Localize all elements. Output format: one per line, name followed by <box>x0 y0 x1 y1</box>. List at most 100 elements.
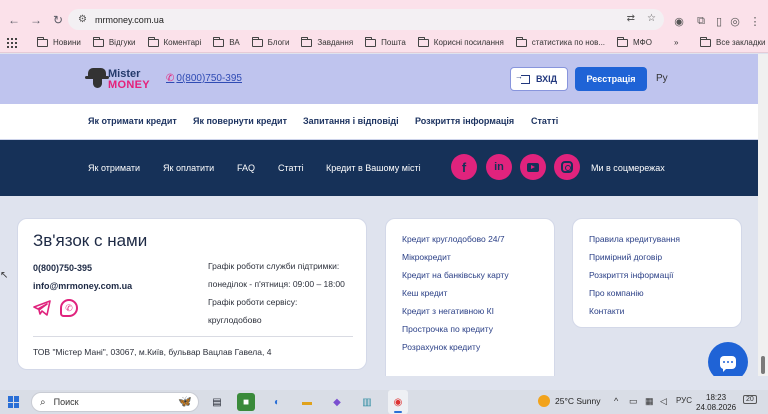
service-schedule-hours: круглодобово <box>208 315 262 325</box>
all-bookmarks-folder[interactable]: Все закладки <box>700 36 765 47</box>
folder-icon <box>617 36 629 47</box>
contact-email-link[interactable]: info@mrmoney.com.ua <box>33 281 132 291</box>
footer-link[interactable]: Розрахунок кредиту <box>402 342 480 352</box>
taskbar-search[interactable]: ⌕ Поиск 🦋 <box>31 392 199 412</box>
site-logo[interactable]: Mister MONEY <box>85 66 150 92</box>
footer-link-articles[interactable]: Статті <box>278 163 304 173</box>
company-address: ТОВ "Містер Мані", 03067, м.Київ, бульва… <box>33 347 272 357</box>
folder-icon <box>365 36 377 47</box>
weather-widget[interactable]: 25°C Sunny <box>538 395 600 407</box>
contact-phone-link[interactable]: 0(800)750-395 <box>33 263 92 273</box>
footer-link[interactable]: Розкриття інформації <box>589 270 674 280</box>
store-icon[interactable]: ■ <box>237 393 255 411</box>
input-language[interactable]: РУС <box>676 396 692 405</box>
notes-app-icon[interactable]: ▥ <box>358 393 376 411</box>
nav-how-to-repay[interactable]: Як повернути кредит <box>193 116 287 126</box>
telegram-icon[interactable] <box>33 300 51 316</box>
bookmark-folder[interactable]: Новини <box>37 36 81 47</box>
nav-faq[interactable]: Запитання і відповіді <box>303 116 399 126</box>
folder-icon <box>417 36 429 47</box>
forward-icon[interactable]: → <box>25 9 47 31</box>
profile-icon[interactable]: ◎ <box>728 14 742 28</box>
search-placeholder: Поиск <box>53 397 79 407</box>
social-label: Ми в соцмережах <box>591 163 665 173</box>
header-phone-link[interactable]: ✆ 0(800)750-395 <box>166 73 242 84</box>
support-schedule-hours: понеділок - п'ятниця: 09:00 – 18:00 <box>208 279 345 289</box>
notification-badge[interactable]: 20 <box>743 395 757 404</box>
footer-link-how-to-pay[interactable]: Як оплатити <box>163 163 214 173</box>
translate-icon[interactable]: ⇄ <box>627 13 635 24</box>
footer-link[interactable]: Примірний договір <box>589 252 662 262</box>
bookmark-folder[interactable]: МФО <box>617 36 652 47</box>
footer-link[interactable]: Кредит на банківську карту <box>402 270 509 280</box>
task-view-icon[interactable]: ▤ <box>208 393 226 411</box>
bookmark-folder[interactable]: Коментарі <box>147 36 201 47</box>
back-icon[interactable]: ← <box>3 9 25 31</box>
file-explorer-icon[interactable]: ▬ <box>298 393 316 411</box>
main-nav: Як отримати кредит Як повернути кредит З… <box>0 104 758 140</box>
footer-link[interactable]: Кредит круглодобово 24/7 <box>402 234 505 244</box>
bookmark-star-icon[interactable]: ☆ <box>647 13 656 24</box>
support-schedule-label: Графік роботи служби підтримки: <box>208 261 340 271</box>
bookmark-folder[interactable]: Завдання <box>301 36 353 47</box>
footer-link[interactable]: Кредит з негативною КІ <box>402 306 494 316</box>
windows-start-icon[interactable] <box>8 396 20 408</box>
viber-icon[interactable]: ✆ <box>60 299 78 317</box>
facebook-icon[interactable]: f <box>451 154 477 180</box>
footer-link[interactable]: Кеш кредит <box>402 288 447 298</box>
menu-kebab-icon[interactable]: ⋮ <box>748 14 762 28</box>
bookmarks-bar: Новини Відгуки Коментарі ВА Блоги Завдан… <box>0 33 768 53</box>
instagram-icon[interactable] <box>554 154 580 180</box>
bookmark-folder[interactable]: Корисні посилання <box>417 36 504 47</box>
footer-link-how-to-get[interactable]: Як отримати <box>88 163 140 173</box>
copilot-icon[interactable]: ◆ <box>328 393 346 411</box>
battery-icon[interactable]: ▭ <box>629 396 638 407</box>
bookmark-folder[interactable]: Блоги <box>251 36 289 47</box>
footer-link[interactable]: Про компанію <box>589 288 644 298</box>
register-label: Реєстрація <box>586 74 636 84</box>
bookmark-folder[interactable]: Відгуки <box>92 36 136 47</box>
bookmark-folder[interactable]: ВА <box>213 36 240 47</box>
footer-link[interactable]: Прострочка по кредиту <box>402 324 493 334</box>
nav-how-to-get[interactable]: Як отримати кредит <box>88 116 177 126</box>
info-links-card: Правила кредитування Примірний договір Р… <box>572 218 742 328</box>
network-icon[interactable]: ▦ <box>645 396 654 407</box>
chrome-icon[interactable]: ◉ <box>389 393 407 411</box>
linkedin-icon[interactable]: in <box>486 154 512 180</box>
site-header: Mister MONEY ✆ 0(800)750-395 ВХІД Реєстр… <box>0 54 758 104</box>
scrollbar-thumb[interactable] <box>761 356 765 374</box>
site-info-icon[interactable]: ⚙ <box>78 14 87 25</box>
folder-icon <box>37 36 48 47</box>
phone-icon: ✆ <box>166 73 175 84</box>
sidebar-icon[interactable]: ▯ <box>712 14 726 28</box>
youtube-icon[interactable] <box>520 154 546 180</box>
edge-icon[interactable]: ◐ <box>268 393 286 411</box>
nav-articles[interactable]: Статті <box>531 116 558 126</box>
system-clock[interactable]: 18:23 24.08.2026 <box>696 393 736 413</box>
chat-button[interactable] <box>708 342 748 376</box>
volume-icon[interactable]: ◁ <box>660 396 667 407</box>
footer-link[interactable]: Мікрокредит <box>402 252 451 262</box>
nav-disclosure[interactable]: Розкриття інформація <box>415 116 514 126</box>
mouse-cursor-icon: ↖ <box>0 270 9 281</box>
bookmark-folder[interactable]: статистика по нов... <box>515 36 605 47</box>
footer-link-city-credit[interactable]: Кредит в Вашому місті <box>326 163 421 173</box>
tray-overflow-icon[interactable]: ^ <box>614 396 618 406</box>
reload-icon[interactable]: ↻ <box>47 9 69 31</box>
footer-link[interactable]: Правила кредитування <box>589 234 680 244</box>
bookmark-folder[interactable]: Пошта <box>365 36 406 47</box>
extension-icon[interactable]: ◉ <box>672 14 686 28</box>
footer-link-faq[interactable]: FAQ <box>237 163 255 173</box>
address-bar[interactable]: ⚙ mrmoney.com.ua ⇄ ☆ <box>68 9 664 30</box>
extensions-puzzle-icon[interactable]: ⧉ <box>694 14 708 28</box>
folder-icon <box>515 36 527 47</box>
language-switch[interactable]: Ру <box>656 73 668 84</box>
footer-link[interactable]: Контакти <box>589 306 624 316</box>
register-button[interactable]: Реєстрація <box>575 67 647 91</box>
contact-title: Зв'язок с нами <box>33 231 148 250</box>
page-scrollbar[interactable] <box>758 54 768 376</box>
apps-grid-icon[interactable] <box>7 37 17 48</box>
login-button[interactable]: ВХІД <box>510 67 568 91</box>
bookmarks-overflow[interactable]: » <box>674 38 678 47</box>
search-highlight-icon: 🦋 <box>178 396 192 408</box>
